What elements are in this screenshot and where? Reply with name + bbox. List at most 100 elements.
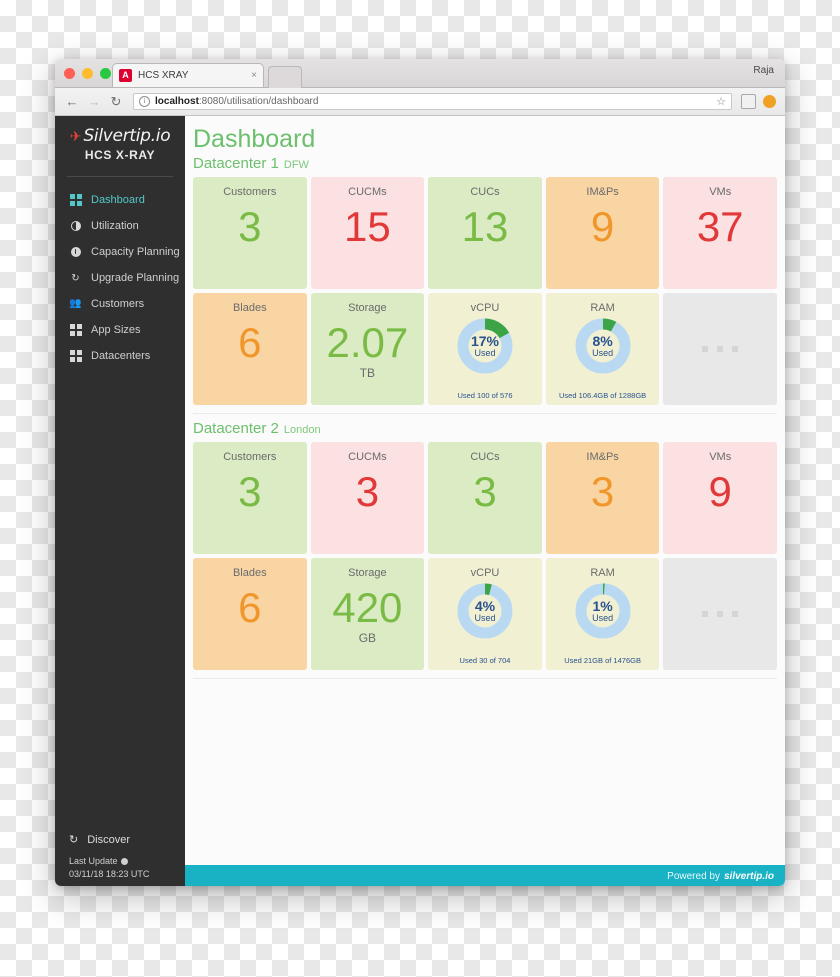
sidebar-item-upgrade-planning[interactable]: ↻ Upgrade Planning xyxy=(55,265,185,291)
ellipsis-icon xyxy=(663,611,777,617)
metric-value: 6 xyxy=(238,584,262,631)
donut-chart-ram: 8% Used xyxy=(575,318,631,374)
metric-card-cucs[interactable]: CUCs 13 xyxy=(428,177,542,289)
metric-label: RAM xyxy=(590,302,615,314)
forward-icon[interactable]: → xyxy=(83,94,105,109)
donut-used-label: Used xyxy=(592,612,614,623)
metric-card-vcpu[interactable]: vCPU 17% Used Used 100 of 576 xyxy=(428,293,542,405)
clock-icon xyxy=(120,858,128,865)
browser-tab[interactable]: A HCS XRAY × xyxy=(112,63,264,87)
metric-value: 3 xyxy=(238,203,262,250)
metric-label: CUCs xyxy=(470,451,500,463)
metric-card-imps[interactable]: IM&Ps 9 xyxy=(545,177,660,289)
browser-user-label[interactable]: Raja xyxy=(753,65,774,76)
sidebar-item-label: Upgrade Planning xyxy=(91,272,180,284)
logo-name: Silvertip.io xyxy=(83,126,171,146)
grid-icon xyxy=(69,194,82,206)
discover-button[interactable]: ↻ Discover xyxy=(69,833,185,847)
sidebar-item-label: Utilization xyxy=(91,220,139,232)
reload-icon[interactable]: ↻ xyxy=(105,94,127,110)
close-window-button[interactable] xyxy=(64,68,75,79)
metric-value: 420 xyxy=(332,584,403,631)
metric-label: Blades xyxy=(232,567,267,579)
metric-unit: GB xyxy=(358,631,377,645)
metric-value: 6 xyxy=(238,319,262,366)
metric-label: Blades xyxy=(232,302,267,314)
datacenter-2-row-1: Customers 3 CUCMs 3 CUCs 3 IM&Ps 3 VMs 9 xyxy=(185,442,785,558)
metric-label: Customers xyxy=(223,451,277,463)
address-bar[interactable]: i localhost:8080/utilisation/dashboard ☆ xyxy=(133,93,732,110)
extension-icon[interactable] xyxy=(741,94,756,109)
metric-value: 9 xyxy=(590,203,615,250)
new-tab-button[interactable] xyxy=(268,66,302,88)
url-path: :8080/utilisation/dashboard xyxy=(198,96,319,107)
metric-card-vms[interactable]: VMs 9 xyxy=(663,442,777,554)
main-content: Dashboard Datacenter 1 DFW Customers 3 CU… xyxy=(185,116,785,886)
back-icon[interactable]: ← xyxy=(61,94,83,109)
metric-card-imps[interactable]: IM&Ps 3 xyxy=(545,442,660,554)
metric-label: vCPU xyxy=(470,567,500,579)
metric-card-ram[interactable]: RAM 8% Used Used 106.4GB of 1288GB xyxy=(545,293,660,405)
metric-value: 2.07 xyxy=(326,319,409,366)
window-traffic-lights[interactable] xyxy=(64,68,111,79)
minimize-window-button[interactable] xyxy=(82,68,93,79)
sidebar-item-dashboard[interactable]: Dashboard xyxy=(55,187,185,213)
metric-card-vcpu[interactable]: vCPU 4% Used Used 30 of 704 xyxy=(428,558,542,670)
metric-value: 3 xyxy=(355,468,380,515)
metric-card-vms[interactable]: VMs 37 xyxy=(663,177,777,289)
sidebar-item-app-sizes[interactable]: App Sizes xyxy=(55,317,185,343)
sidebar-item-label: App Sizes xyxy=(91,324,141,336)
donut-used-label: Used xyxy=(592,347,614,358)
site-info-icon[interactable]: i xyxy=(139,96,150,107)
metric-card-ram[interactable]: RAM 1% Used Used 21GB of 1476GB xyxy=(545,558,660,670)
grid-icon xyxy=(69,350,82,362)
metric-card-blades[interactable]: Blades 6 xyxy=(193,293,307,405)
metric-card-cucs[interactable]: CUCs 3 xyxy=(428,442,542,554)
people-icon: 👥 xyxy=(69,298,82,309)
metric-card-cucms[interactable]: CUCMs 15 xyxy=(310,177,425,289)
sidebar-item-datacenters[interactable]: Datacenters xyxy=(55,343,185,369)
pie-icon xyxy=(69,221,82,231)
last-update-label: Last Update xyxy=(69,855,185,868)
bookmark-star-icon[interactable]: ☆ xyxy=(710,95,726,108)
datacenter-1-row-2: Blades 6 Storage 2.07 TB vCPU 17% Used U… xyxy=(185,293,785,409)
metric-label: CUCMs xyxy=(348,451,387,463)
avatar[interactable] xyxy=(763,95,776,108)
donut-center-text: 1% Used xyxy=(575,583,631,639)
donut-percent: 17% xyxy=(470,332,499,349)
datacenter-2-row-2: Blades 6 Storage 420 GB vCPU 4% Used Use… xyxy=(185,558,785,674)
sidebar-item-utilization[interactable]: Utilization xyxy=(55,213,185,239)
sidebar-item-label: Dashboard xyxy=(91,194,145,206)
datacenter-1-row-1: Customers 3 CUCMs 15 CUCs 13 IM&Ps 9 VMs xyxy=(185,177,785,293)
datacenter-2-heading: Datacenter 2 London xyxy=(185,414,785,442)
donut-center-text: 4% Used xyxy=(457,583,513,639)
metric-label: VMs xyxy=(709,451,732,463)
sidebar-divider xyxy=(67,176,173,177)
metric-card-cucms[interactable]: CUCMs 3 xyxy=(310,442,425,554)
metric-card-customers[interactable]: Customers 3 xyxy=(193,177,307,289)
metric-card-blades[interactable]: Blades 6 xyxy=(193,558,307,670)
sidebar-footer: ↻ Discover Last Update 03/11/18 18:23 UT… xyxy=(55,833,185,886)
brand-name: silvertip.io xyxy=(723,870,774,882)
sidebar-item-capacity-planning[interactable]: Capacity Planning xyxy=(55,239,185,265)
app-logo: ✈ Silvertip.io HCS X-RAY xyxy=(55,116,185,169)
discover-label: Discover xyxy=(87,833,131,846)
donut-center-text: 17% Used xyxy=(457,318,513,374)
donut-caption: Used 100 of 576 xyxy=(457,391,513,400)
metric-card-storage[interactable]: Storage 420 GB xyxy=(310,558,425,670)
app-footer: Powered by silvertip.io xyxy=(185,865,785,886)
donut-chart-ram: 1% Used xyxy=(575,583,631,639)
metric-label: RAM xyxy=(590,567,615,579)
browser-tab-title: HCS XRAY xyxy=(138,70,189,81)
maximize-window-button[interactable] xyxy=(100,68,111,79)
metric-card-storage[interactable]: Storage 2.07 TB xyxy=(310,293,425,405)
logo-subtitle: HCS X-RAY xyxy=(84,148,156,162)
donut-caption: Used 106.4GB of 1288GB xyxy=(559,391,647,400)
sidebar-item-customers[interactable]: 👥 Customers xyxy=(55,291,185,317)
metric-value: 3 xyxy=(473,468,497,515)
metric-card-placeholder xyxy=(663,293,777,405)
donut-percent: 4% xyxy=(474,597,496,614)
close-icon[interactable]: × xyxy=(247,70,257,81)
metric-label: vCPU xyxy=(470,302,500,314)
metric-card-customers[interactable]: Customers 3 xyxy=(193,442,307,554)
